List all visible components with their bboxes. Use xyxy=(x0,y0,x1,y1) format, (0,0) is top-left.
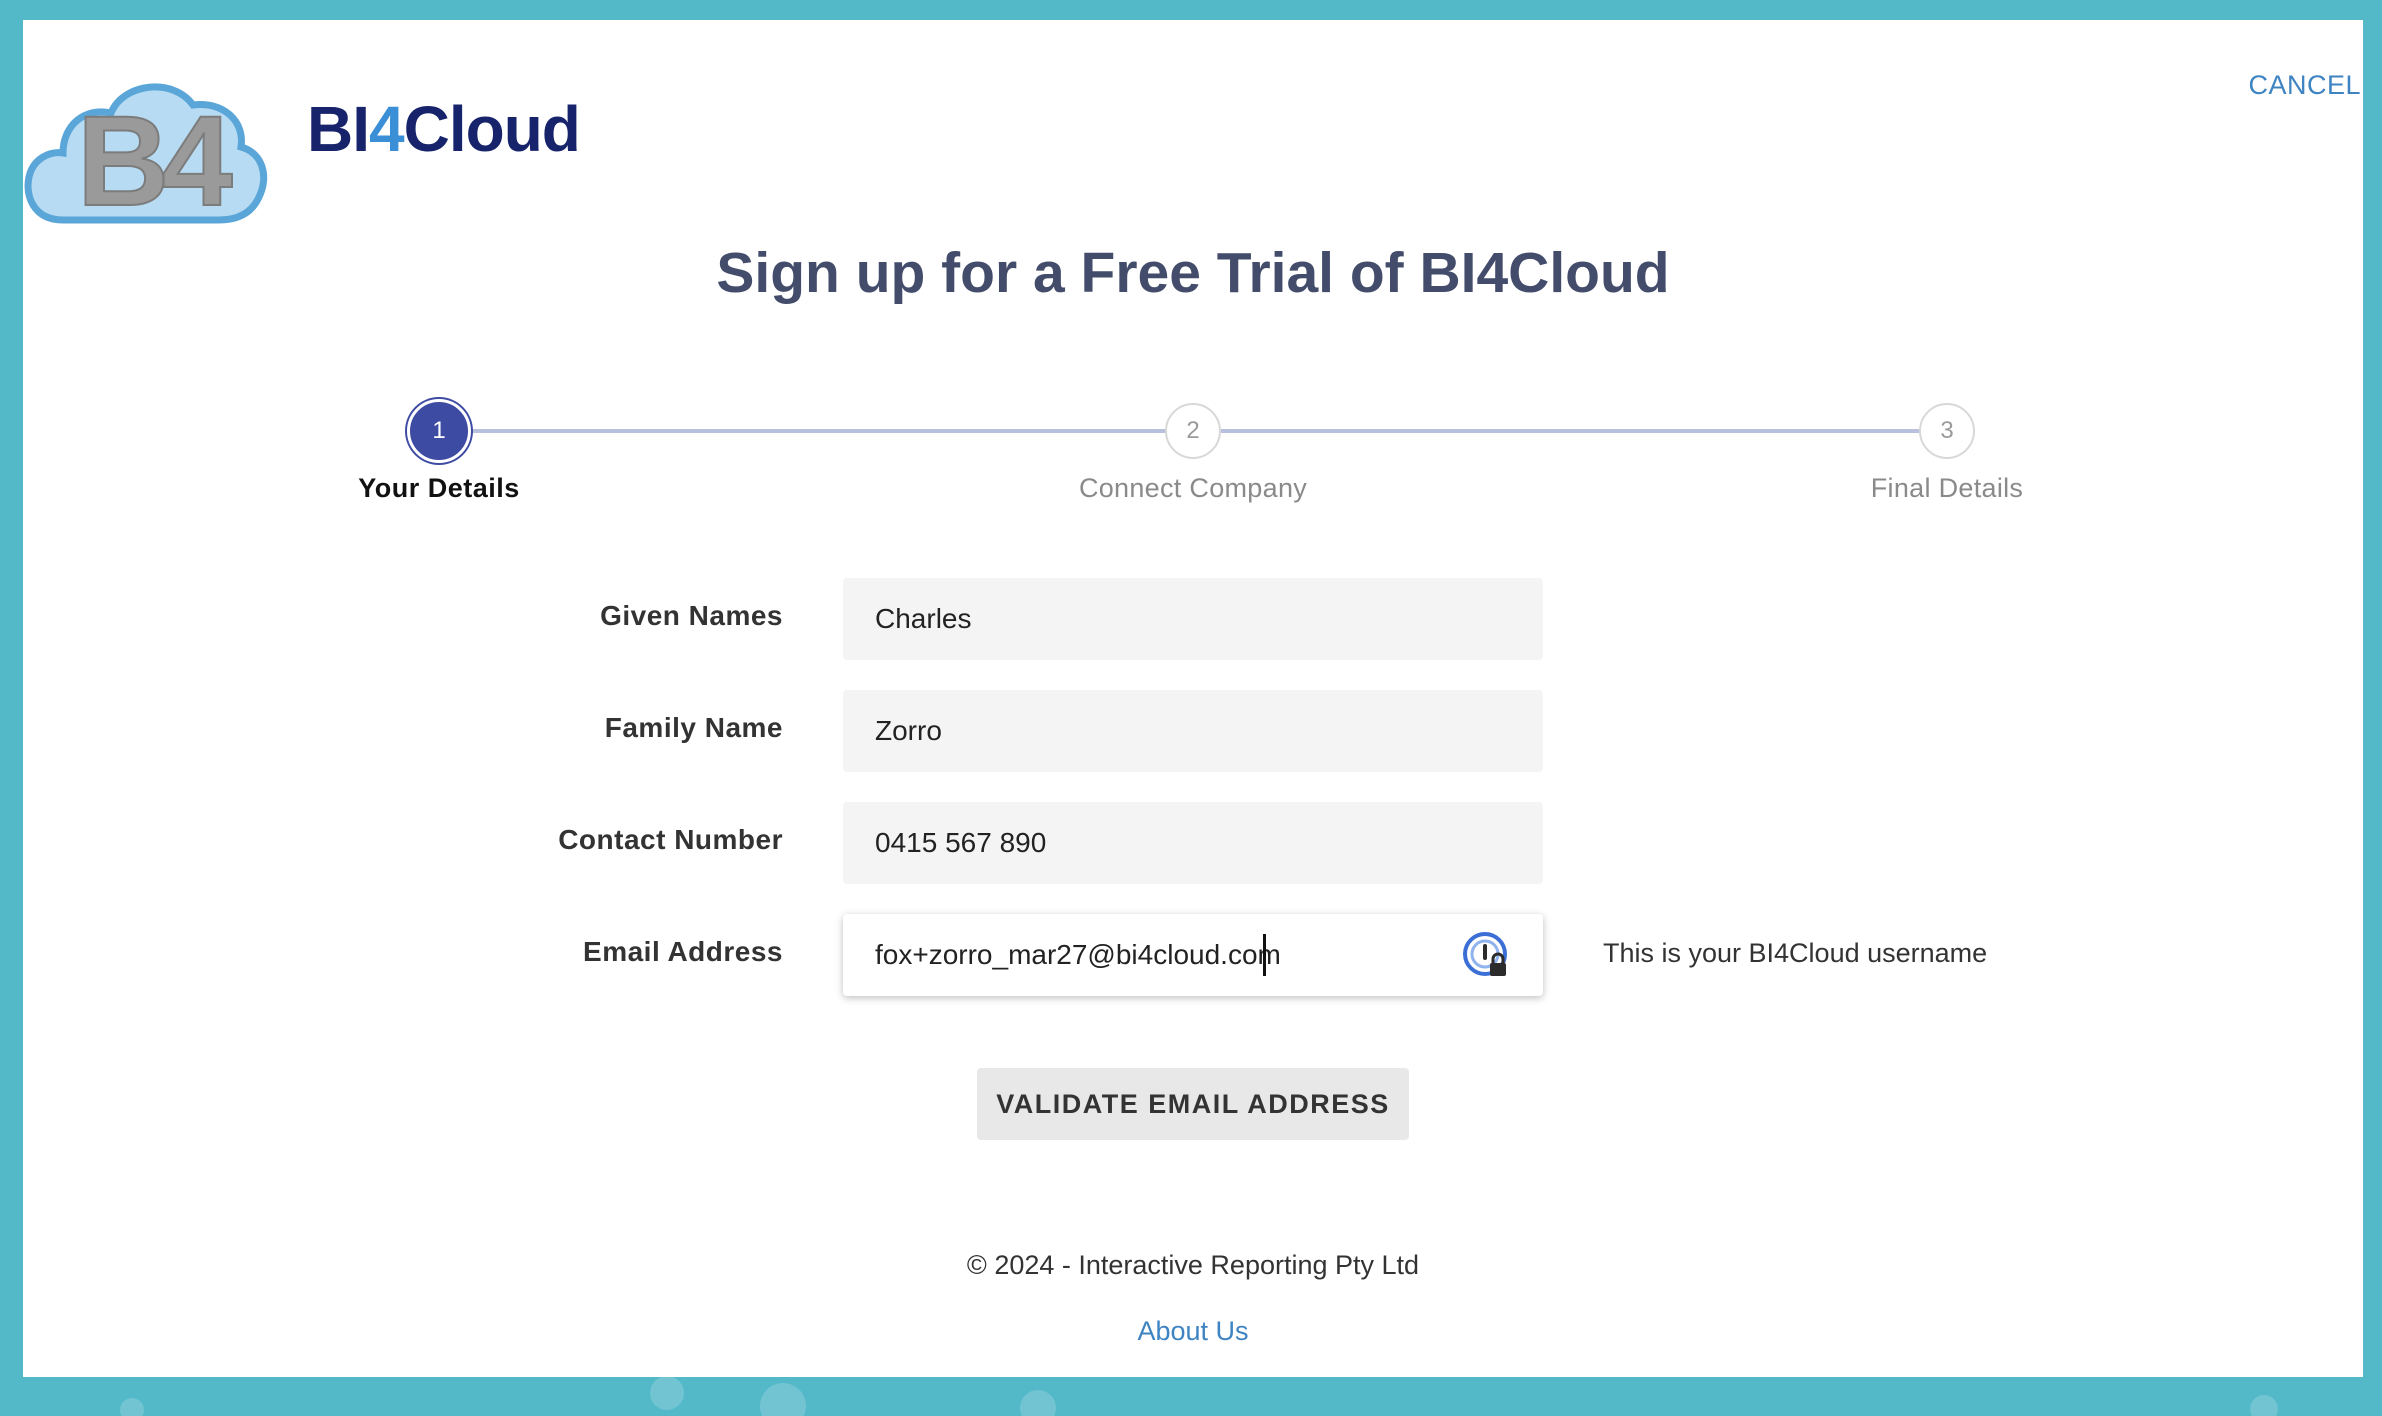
background-node xyxy=(1020,1390,1056,1416)
given-names-input[interactable] xyxy=(843,578,1543,660)
background-node xyxy=(760,1383,806,1416)
password-manager-icon[interactable] xyxy=(1463,932,1511,980)
about-us-link[interactable]: About Us xyxy=(23,1316,2363,1347)
validate-email-button[interactable]: VALIDATE EMAIL ADDRESS xyxy=(977,1068,1409,1140)
step-1-label: Your Details xyxy=(358,473,520,503)
footer-copyright: © 2024 - Interactive Reporting Pty Ltd xyxy=(966,1250,1420,1280)
page-title: Sign up for a Free Trial of BI4Cloud xyxy=(716,241,1670,305)
brand-four: 4 xyxy=(369,93,405,165)
email-label: Email Address xyxy=(583,936,783,967)
step-connector xyxy=(1219,429,1929,433)
step-3-number: 3 xyxy=(1940,417,1954,444)
family-name-label: Family Name xyxy=(604,712,783,743)
email-input[interactable] xyxy=(843,914,1543,996)
given-names-label: Given Names xyxy=(600,600,783,631)
step-3-label: Final Details xyxy=(1870,473,2024,503)
step-1-number: 1 xyxy=(432,417,446,444)
email-row: Email Address This is your BI4Cloud user… xyxy=(23,914,2363,996)
step-2-number: 2 xyxy=(1186,417,1200,444)
email-hint: This is your BI4Cloud username xyxy=(1603,938,1988,968)
brand-suffix: Cloud xyxy=(403,93,581,165)
text-caret xyxy=(1263,934,1266,976)
brand-name: BI4Cloud xyxy=(307,92,581,166)
step-connector xyxy=(467,429,1177,433)
contact-number-label: Contact Number xyxy=(558,824,783,855)
step-2-label: Connect Company xyxy=(1078,473,1308,503)
family-name-input[interactable] xyxy=(843,690,1543,772)
background-node xyxy=(120,1398,144,1416)
step-1-circle: 1 xyxy=(407,399,471,463)
brand-prefix: BI xyxy=(307,93,370,165)
signup-card: B4 BI4Cloud CANCEL Sign up for a Free Tr… xyxy=(23,20,2363,1377)
logo-letters: B4 xyxy=(77,90,232,227)
background-node xyxy=(650,1376,684,1410)
progress-stepper: 1 Your Details 2 Connect Company 3 Final… xyxy=(23,375,2363,515)
contact-number-input[interactable] xyxy=(843,802,1543,884)
b4-cloud-logo-icon: B4 xyxy=(24,83,268,227)
step-2-circle: 2 xyxy=(1165,403,1221,459)
family-name-row: Family Name xyxy=(23,690,2363,772)
cancel-link[interactable]: CANCEL xyxy=(2248,70,2361,101)
given-names-row: Given Names xyxy=(23,578,2363,660)
background-node xyxy=(2250,1395,2278,1416)
step-3-circle: 3 xyxy=(1919,403,1975,459)
contact-number-row: Contact Number xyxy=(23,802,2363,884)
